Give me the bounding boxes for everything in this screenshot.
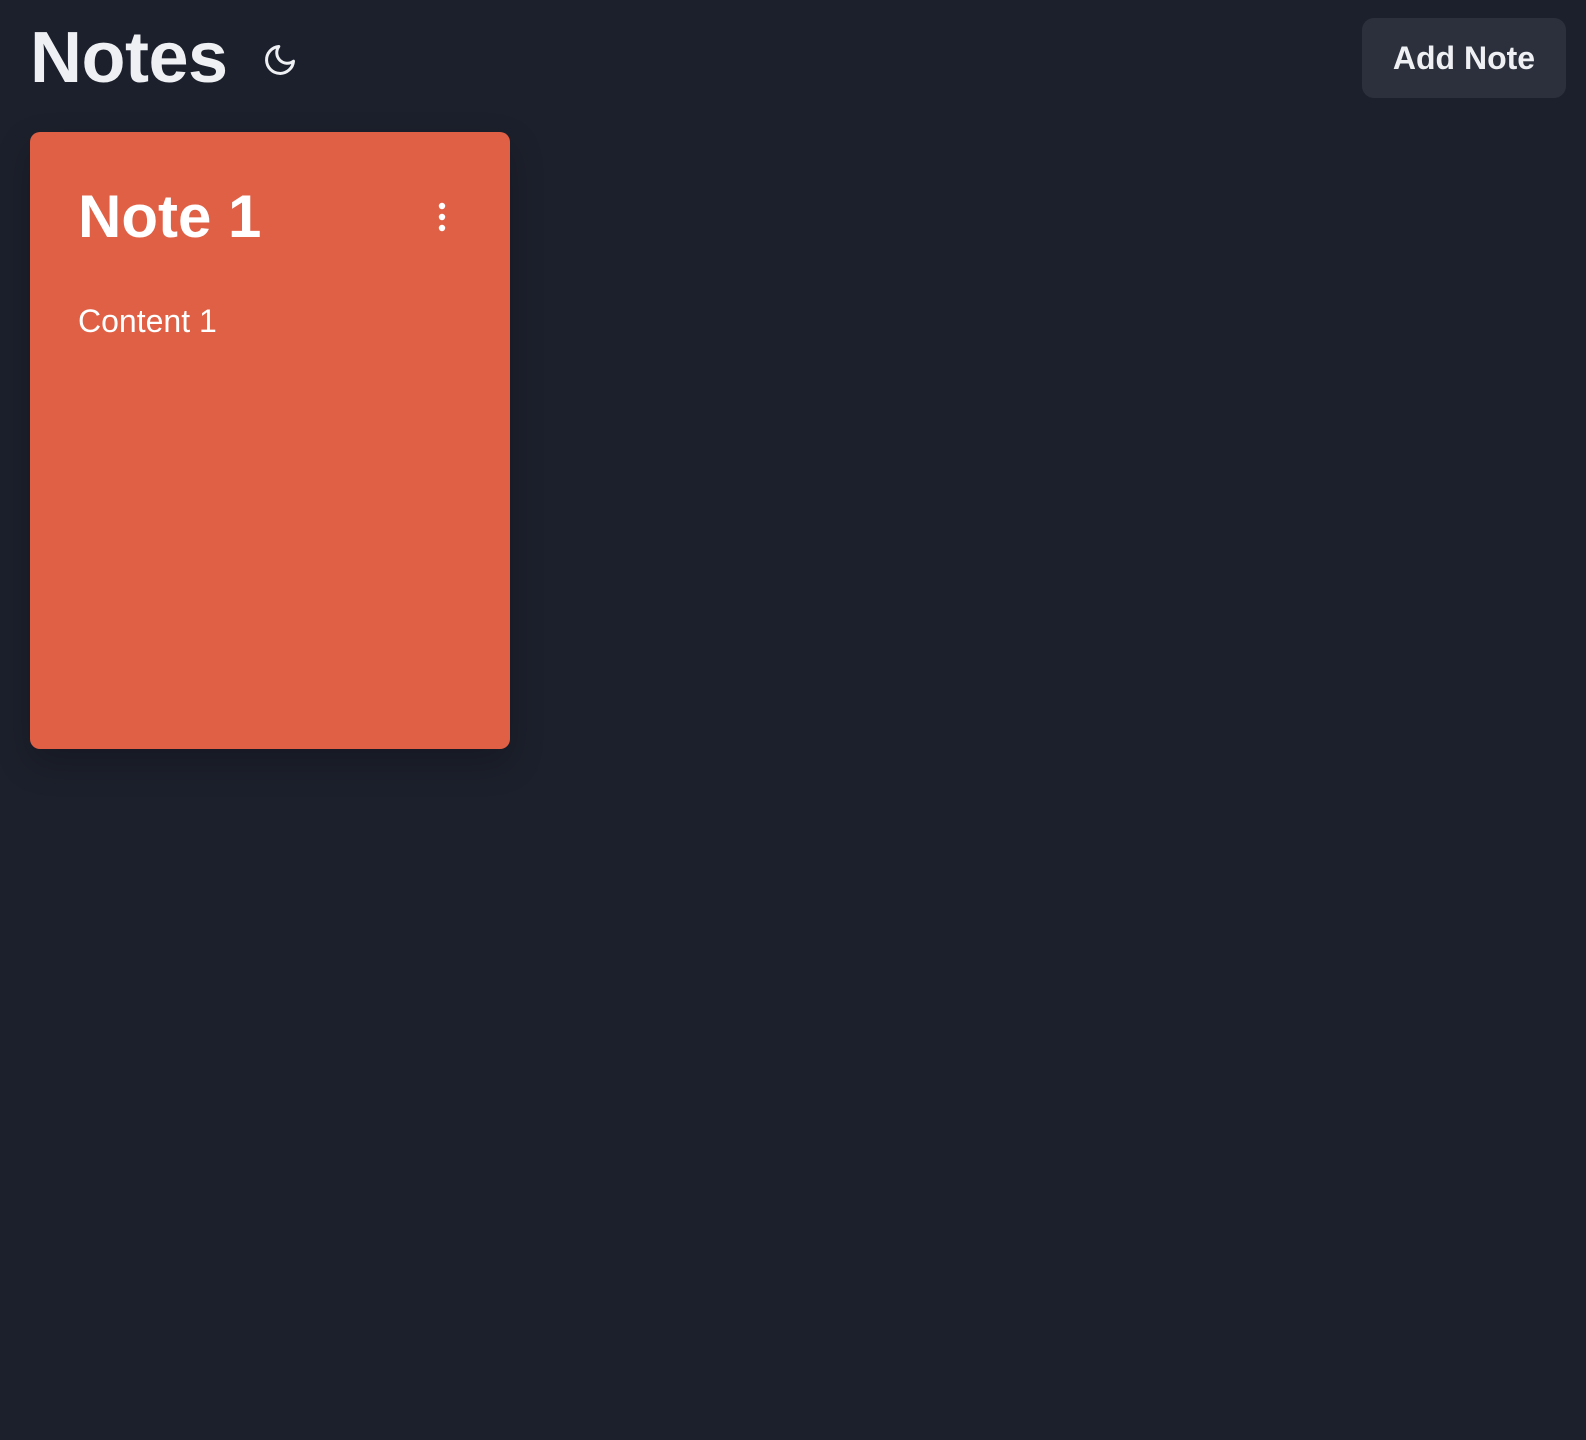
notes-app: Notes Add Note Note 1 Content 1 <box>0 0 1586 1440</box>
note-header: Note 1 <box>78 184 462 250</box>
add-note-button[interactable]: Add Note <box>1362 18 1566 98</box>
moon-icon <box>264 45 295 75</box>
page-title: Notes <box>30 18 228 98</box>
note-card[interactable]: Note 1 Content 1 <box>30 132 510 749</box>
note-content: Content 1 <box>78 303 217 339</box>
note-title: Note 1 <box>78 183 262 250</box>
title-group: Notes <box>30 22 302 94</box>
theme-toggle-button[interactable] <box>258 38 302 82</box>
note-menu-button[interactable] <box>422 197 462 237</box>
notes-grid: Note 1 Content 1 <box>30 132 510 749</box>
more-vertical-icon <box>438 202 446 232</box>
header: Notes Add Note <box>30 18 1566 98</box>
